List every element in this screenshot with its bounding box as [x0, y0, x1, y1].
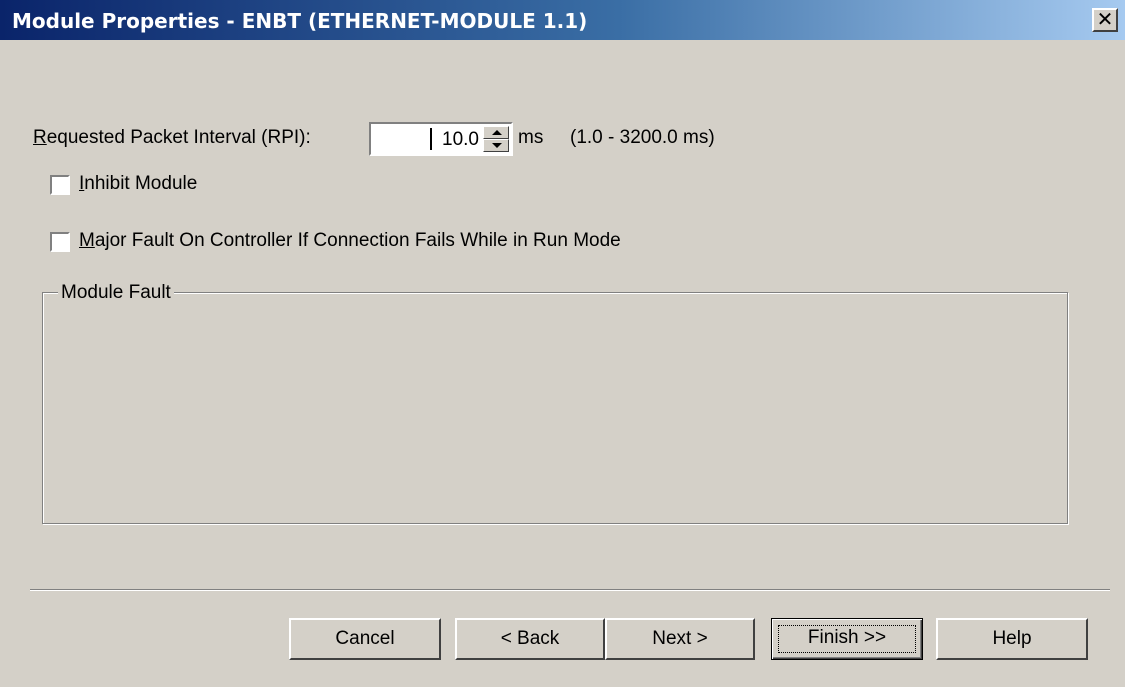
chevron-up-icon	[492, 130, 502, 135]
close-icon: ✕	[1096, 7, 1114, 31]
major-fault-label[interactable]: Major Fault On Controller If Connection …	[79, 230, 621, 252]
help-button[interactable]: Help	[936, 618, 1088, 660]
module-fault-group	[42, 292, 1068, 524]
module-properties-dialog: Module Properties - ENBT (ETHERNET-MODUL…	[0, 0, 1125, 687]
rpi-spinner	[483, 126, 509, 152]
next-button-label: Next >	[652, 628, 708, 649]
module-fault-legend: Module Fault	[58, 282, 174, 304]
separator	[30, 589, 1110, 591]
window-title: Module Properties - ENBT (ETHERNET-MODUL…	[12, 9, 588, 33]
rpi-value: 10.0	[442, 129, 479, 150]
help-button-label: Help	[992, 628, 1032, 649]
back-button[interactable]: < Back	[455, 618, 605, 660]
rpi-label-accelerator: R	[33, 127, 47, 148]
rpi-label: Requested Packet Interval (RPI):	[33, 127, 311, 149]
major-fault-label-accelerator: M	[79, 230, 95, 251]
rpi-spin-down-button[interactable]	[483, 139, 509, 152]
inhibit-module-label[interactable]: Inhibit Module	[79, 173, 197, 195]
major-fault-checkbox[interactable]	[50, 232, 70, 252]
back-button-label: < Back	[500, 628, 560, 649]
rpi-range: (1.0 - 3200.0 ms)	[570, 127, 715, 148]
chevron-down-icon	[492, 143, 502, 148]
cancel-button[interactable]: Cancel	[289, 618, 441, 660]
rpi-label-text: equested Packet Interval (RPI):	[46, 127, 311, 148]
cancel-button-label: Cancel	[335, 628, 395, 649]
finish-button[interactable]: Finish >>	[771, 618, 923, 660]
focus-rectangle	[778, 625, 916, 653]
major-fault-label-text: ajor Fault On Controller If Connection F…	[94, 230, 621, 251]
close-button[interactable]: ✕	[1092, 8, 1118, 32]
rpi-input[interactable]: 10.0	[369, 122, 513, 156]
next-button[interactable]: Next >	[605, 618, 755, 660]
text-caret	[430, 128, 432, 150]
rpi-spin-up-button[interactable]	[483, 126, 509, 139]
rpi-unit: ms	[518, 127, 544, 148]
title-bar: Module Properties - ENBT (ETHERNET-MODUL…	[0, 0, 1125, 40]
inhibit-module-checkbox[interactable]	[50, 175, 70, 195]
inhibit-label-text: nhibit Module	[84, 173, 198, 194]
